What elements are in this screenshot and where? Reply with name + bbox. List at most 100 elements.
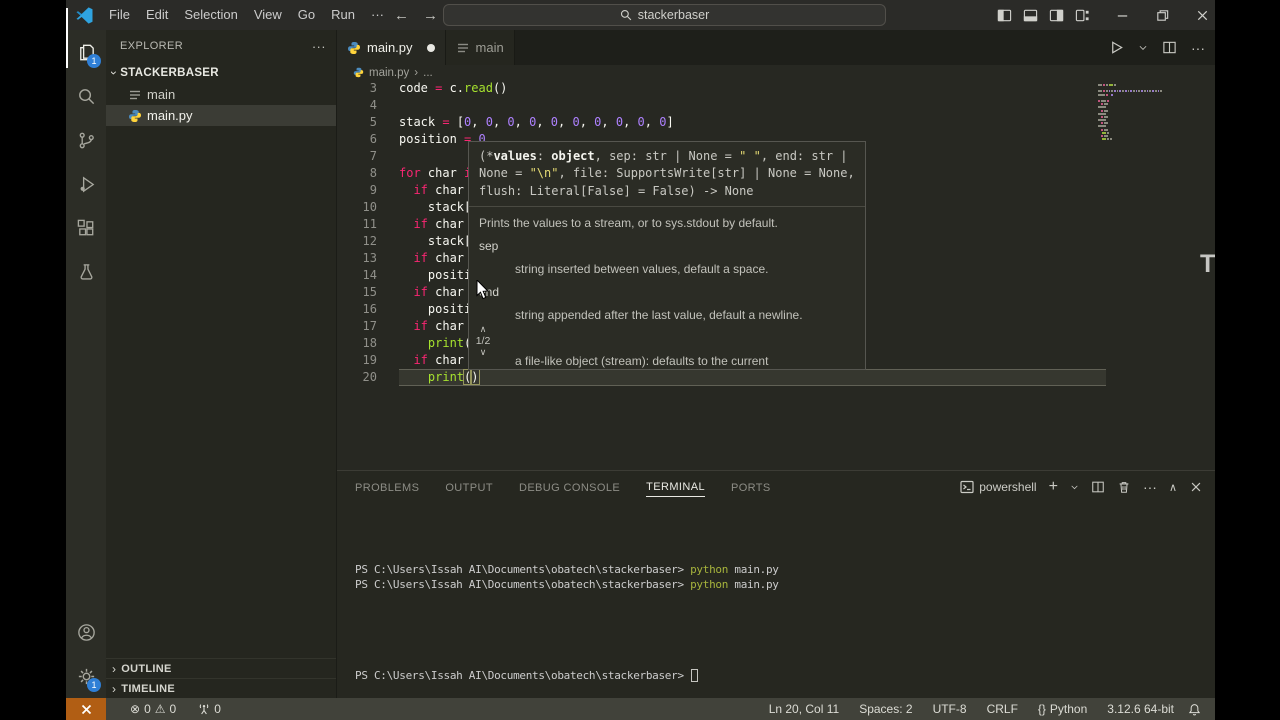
hover-divider [469,205,865,207]
eol-sequence[interactable]: CRLF [981,698,1024,720]
notifications-bell-icon[interactable] [1188,703,1201,716]
hover-pager[interactable]: ∧ 1/2 ∨ [470,325,496,357]
param-desc: string appended after the last value, de… [515,307,803,322]
hover-doc: Prints the values to a stream, or to sys… [479,215,778,230]
explorer-icon[interactable]: 1 [66,30,106,74]
split-editor-icon[interactable] [1162,40,1177,55]
ports-indicator[interactable]: 0 [192,698,227,720]
panel-tab[interactable]: DEBUG CONSOLE [519,478,620,497]
workspace-root[interactable]: › STACKERBASER [106,62,336,84]
hover-param: end string appended after the last value… [479,285,855,322]
modified-dot-icon[interactable] [426,43,435,52]
search-view-icon[interactable] [66,74,106,118]
sidebar-section[interactable]: › TIMELINE [106,678,336,698]
remote-indicator[interactable] [66,698,106,720]
file-item-main-py[interactable]: main.py [106,105,336,126]
menu-item[interactable]: View [246,4,290,26]
close-panel-icon[interactable] [1189,480,1203,494]
account-icon[interactable] [66,610,106,654]
menu-item[interactable]: Go [290,4,323,26]
file-label: main [147,87,176,102]
panel-tab[interactable]: TERMINAL [646,477,705,497]
run-python-file-icon[interactable] [1109,40,1124,55]
menu-item[interactable]: ··· [363,4,392,26]
breadcrumb-file[interactable]: main.py [369,67,409,79]
explorer-more-actions[interactable]: ··· [312,39,326,54]
run-debug-icon[interactable] [66,162,106,206]
run-dropdown-chevron-icon[interactable] [1138,40,1148,55]
close-button[interactable] [1189,0,1215,30]
maximize-panel-chevron-icon[interactable]: ∧ [1169,481,1177,494]
hover-signature: (*values: object, sep: str | None = " ",… [479,149,855,198]
panel-tab[interactable]: PROBLEMS [355,478,419,497]
terminal-line: PS C:\Users\Issah AI\Documents\obatech\s… [355,578,779,591]
param-desc: string inserted between values, default … [515,261,769,276]
pager-count: 1/2 [475,335,491,347]
panel-more-actions-icon[interactable]: ··· [1143,479,1157,495]
chevron-down-icon[interactable]: ∨ [480,348,487,357]
param-desc: a file-like object (stream): defaults to… [515,353,769,368]
chevron-collapsed-icon: › [112,681,117,696]
restore-button[interactable] [1149,0,1175,30]
encoding[interactable]: UTF-8 [927,698,973,720]
tab-label: main [475,40,504,55]
braces-icon: {} [1037,702,1046,716]
kill-terminal-trash-icon[interactable] [1117,480,1131,494]
warning-triangle-icon: ⚠ [154,702,166,716]
active-indicator [66,8,68,68]
tab-bar: main.py main ··· [337,30,1215,65]
toggle-sidebar-icon[interactable] [991,0,1017,30]
sidebar-section[interactable]: › OUTLINE [106,658,336,678]
activity-bar: 1 1 [66,30,106,698]
language-mode[interactable]: {} Python [1032,698,1093,720]
hover-param: sep string inserted between values, defa… [479,239,855,276]
shell-label: powershell [979,480,1037,494]
settings-gear-icon[interactable]: 1 [66,654,106,698]
indentation[interactable]: Spaces: 2 [853,698,918,720]
file-item-main[interactable]: main [106,84,336,105]
panel-tab[interactable]: OUTPUT [445,478,493,497]
panel-tab[interactable]: PORTS [731,478,771,497]
split-terminal-icon[interactable] [1091,480,1105,494]
tab-main[interactable]: main [445,30,515,65]
explorer-title: EXPLORER [120,40,184,52]
testing-icon[interactable] [66,250,106,294]
launch-profile-chevron-icon[interactable] [1070,480,1079,494]
vscode-logo-icon [76,6,93,24]
minimize-button[interactable] [1109,0,1135,30]
toggle-secondary-sidebar-icon[interactable] [1043,0,1069,30]
terminal-prompt[interactable]: PS C:\Users\Issah AI\Documents\obatech\s… [355,669,699,682]
radio-tower-icon [199,704,209,715]
chevron-up-icon[interactable]: ∧ [480,325,487,334]
chevron-collapsed-icon: › [112,661,117,676]
source-control-icon[interactable] [66,118,106,162]
menu-item[interactable]: Edit [138,4,176,26]
command-center-search[interactable]: stackerbaser [443,4,886,26]
titlebar: File Edit Selection View Go Run ··· ← → stacke… [66,0,1215,30]
breadcrumb-more[interactable]: ... [423,67,433,79]
customize-layout-icon[interactable] [1069,0,1095,30]
menu-item[interactable]: Selection [176,4,245,26]
menubar: File Edit Selection View Go Run ··· [101,4,392,26]
explorer-sidebar: EXPLORER ··· › STACKERBASER main main.py… [106,30,337,698]
terminal-output[interactable]: PS C:\Users\Issah AI\Documents\obatech\s… [355,515,779,593]
python-interpreter[interactable]: 3.12.6 64-bit [1101,698,1180,720]
breadcrumb[interactable]: main.py › ... [337,65,1215,80]
menu-item[interactable]: File [101,4,138,26]
file-label: main.py [147,108,193,123]
tab-main-py[interactable]: main.py [337,30,446,65]
back-arrow-icon[interactable]: ← [394,7,409,24]
minimap[interactable] [1098,84,1162,141]
editor-viewport[interactable]: 3 4 5 6 7 8 9 10 11 12 13 14 15 16 17 18 19 20 code = c.r… [337,80,1215,470]
terminal-shell-selector[interactable]: powershell [960,480,1037,494]
new-terminal-icon[interactable]: + [1049,478,1058,496]
tab-label: main.py [367,40,413,55]
extensions-icon[interactable] [66,206,106,250]
toggle-panel-icon[interactable] [1017,0,1043,30]
search-icon [620,9,631,21]
forward-arrow-icon[interactable]: → [423,7,438,24]
cursor-position[interactable]: Ln 20, Col 11 [763,698,846,720]
problems-indicator[interactable]: ⊗ 0 ⚠ 0 [124,698,182,720]
menu-item[interactable]: Run [323,4,363,26]
more-actions-icon[interactable]: ··· [1191,40,1205,56]
